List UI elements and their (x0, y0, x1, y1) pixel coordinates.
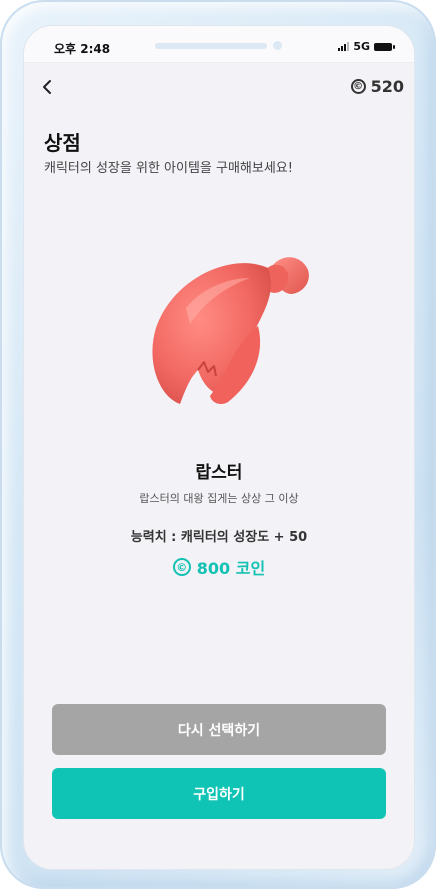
notch-camera (273, 41, 282, 50)
app-screen: 오후 2:48 5G © 520 상점 캐릭터의 성장을 위한 아이템을 구매해… (24, 26, 414, 869)
page-subtitle: 캐릭터의 성장을 위한 아이템을 구매해보세요! (44, 161, 293, 176)
network-label: 5G (353, 40, 370, 53)
status-indicators: 5G (338, 40, 395, 53)
coin-balance-value: 520 (370, 77, 404, 96)
battery-icon (374, 42, 395, 51)
signal-icon (338, 42, 350, 51)
item-name: 랍스터 (195, 463, 243, 483)
notch-pill (155, 43, 267, 49)
item-ability: 능력치 : 캐릭터의 성장도 + 50 (130, 530, 308, 545)
back-button[interactable] (36, 76, 58, 98)
lobster-claw-icon (152, 257, 309, 404)
reselect-button[interactable]: 다시 선택하기 (52, 704, 386, 755)
phone-frame: 오후 2:48 5G © 520 상점 캐릭터의 성장을 위한 아이템을 구매해… (0, 0, 436, 889)
chevron-left-icon (43, 80, 51, 94)
coin-balance: © 520 (350, 77, 404, 96)
coin-icon: © (172, 558, 191, 576)
page-title: 상점 (44, 131, 81, 155)
status-bar: 오후 2:48 5G (24, 26, 414, 63)
coin-icon: © (350, 79, 366, 94)
item-price-value: 800 코인 (196, 559, 266, 578)
item-description: 랍스터의 대왕 집게는 상상 그 이상 (139, 492, 299, 505)
item-price: © 800 코인 (24, 555, 414, 579)
status-time: 오후 2:48 (54, 42, 111, 56)
buy-button[interactable]: 구입하기 (52, 768, 386, 819)
